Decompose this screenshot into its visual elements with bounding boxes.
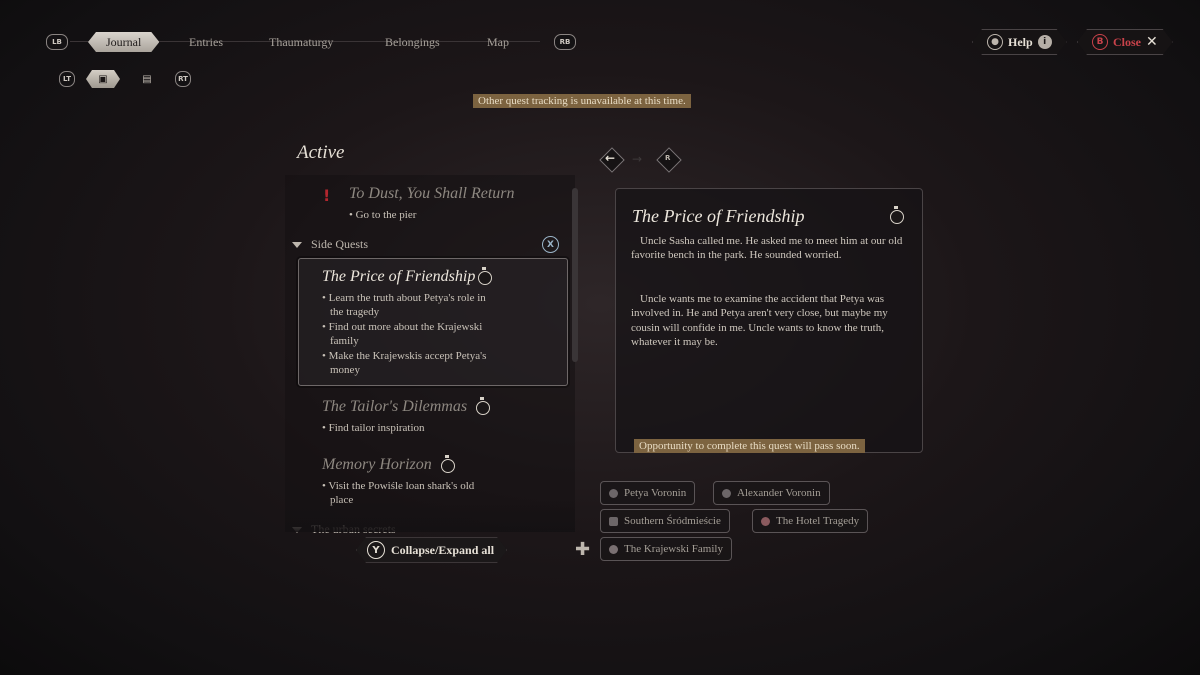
main-quest-objective: • Go to the pier [349,209,417,221]
rt-label: RT [175,71,191,87]
person-icon [609,488,618,498]
main-quest-alert-icon: ! [323,186,331,205]
rt-trigger-icon[interactable]: RT [172,70,194,88]
tab-thaumaturgy[interactable]: Thaumaturgy [269,32,333,52]
stopwatch-icon [476,397,490,415]
forward-arrow-icon: → [632,152,643,166]
side-quests-section[interactable]: Side Quests [292,237,368,252]
stopwatch-icon [441,455,455,473]
dpad-icon: ✚ [575,539,591,560]
location-icon [609,516,618,526]
objective-text: Find tailor inspiration [328,422,425,434]
tab-belongings[interactable]: Belongings [385,32,440,52]
tag-label: Alexander Voronin [737,487,821,499]
quest-objectives: • Find tailor inspiration [322,422,425,434]
stopwatch-icon [890,206,904,224]
collapse-label: Collapse/Expand all [391,542,495,557]
tag-label: The Krajewski Family [624,543,723,555]
active-heading: Active [297,142,345,163]
tag-label: The Hotel Tragedy [776,515,860,527]
detail-paragraph: Uncle Sasha called me. He asked me to me… [631,235,903,262]
close-icon: ✕ [1146,34,1158,50]
event-icon [609,544,618,554]
lb-bumper-icon[interactable]: LB [46,34,68,50]
left-arrow-icon: ← [605,151,616,165]
tag-label: Petya Voronin [624,487,687,499]
x-button-icon[interactable]: X [542,236,559,253]
lt-label: LT [59,71,75,87]
lt-trigger-icon[interactable]: LT [56,70,78,88]
objective-text: Make the Krajewskis accept Petya's money [328,349,487,377]
tag-petya-voronin[interactable]: Petya Voronin [600,481,696,505]
main-quest-title[interactable]: To Dust, You Shall Return [349,185,515,203]
active-quests-tab-icon[interactable]: ▣ [86,70,120,88]
detail-title: The Price of Friendship [632,206,805,226]
tracking-banner: Other quest tracking is unavailable at t… [473,94,691,108]
collapse-expand-button[interactable]: Y Collapse/Expand all [356,537,507,563]
tag-alexander-voronin[interactable]: Alexander Voronin [713,481,830,505]
close-button[interactable]: B Close ✕ [1077,29,1173,55]
stick-icon: ● [987,34,1003,50]
help-label: Help [1008,34,1033,49]
tag-label: Southern Śródmieście [624,515,721,527]
rs-stick-icon: R [665,154,671,162]
tag-southern-srodmiescie[interactable]: Southern Śródmieście [600,509,730,533]
tab-map[interactable]: Map [487,32,509,52]
tag-krajewski-family[interactable]: The Krajewski Family [600,537,732,561]
list-fade-overlay [285,500,575,532]
objective-text: Find out more about the Krajewski family [328,320,483,348]
quest-warning-banner: Opportunity to complete this quest will … [634,439,865,453]
tab-journal[interactable]: Journal [88,32,159,52]
completed-quests-tab-icon[interactable]: ▤ [136,70,158,88]
tab-entries[interactable]: Entries [189,32,223,52]
b-button-icon: B [1092,34,1108,50]
close-label: Close [1113,34,1141,49]
quest-title[interactable]: The Tailor's Dilemmas [322,398,467,416]
quest-list-scrollbar[interactable] [572,188,578,362]
person-icon [722,488,731,498]
side-quests-label: Side Quests [311,237,368,251]
detail-paragraph: Uncle wants me to examine the accident t… [631,293,888,349]
event-icon [761,516,770,526]
objective-text: Go to the pier [355,209,417,221]
y-button-icon: Y [367,541,385,559]
collapse-triangle-icon [292,241,302,248]
quest-title[interactable]: Memory Horizon [322,456,432,474]
stopwatch-icon [478,267,492,285]
info-icon: i [1038,35,1052,49]
quest-objectives: • Learn the truth about Petya's role in … [322,292,487,377]
help-button[interactable]: ● Help i [972,29,1067,55]
objective-text: Learn the truth about Petya's role in th… [328,292,486,319]
tag-hotel-tragedy[interactable]: The Hotel Tragedy [752,509,869,533]
quest-title[interactable]: The Price of Friendship [322,268,475,286]
rb-bumper-icon[interactable]: RB [554,34,576,50]
